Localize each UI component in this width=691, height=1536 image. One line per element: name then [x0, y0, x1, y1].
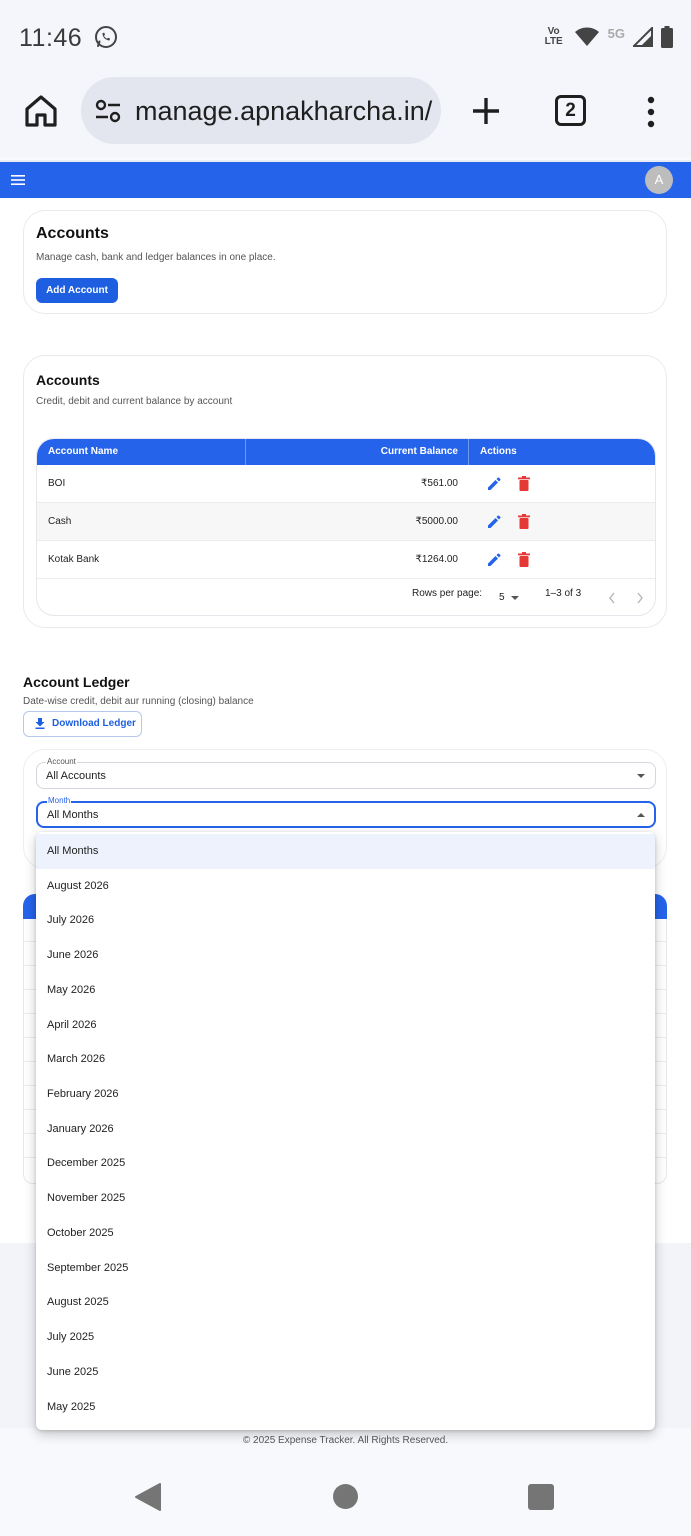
month-option[interactable]: June 2026 [36, 938, 655, 973]
ledger-title: Account Ledger [23, 674, 130, 690]
rows-per-page-label: Rows per page: [412, 588, 483, 599]
month-option[interactable]: February 2026 [36, 1077, 655, 1112]
month-option[interactable]: December 2025 [36, 1146, 655, 1181]
month-select[interactable]: Month All Months [36, 796, 656, 828]
account-select-label: Account [46, 757, 77, 767]
month-select-label: Month [47, 796, 72, 806]
table-pagination: Rows per page: 5 1–3 of 3 [37, 579, 655, 615]
column-header-actions: Actions [480, 446, 517, 457]
ledger-subtitle: Date-wise credit, debit aur running (clo… [23, 696, 254, 707]
month-select-value[interactable]: All Months [47, 809, 98, 821]
table-row: Cash ₹5000.00 [37, 503, 655, 541]
system-navigation-bar [0, 1452, 691, 1536]
month-option[interactable]: September 2025 [36, 1251, 655, 1286]
table-row: Kotak Bank ₹1264.00 [37, 541, 655, 579]
column-header-account-name[interactable]: Account Name [48, 439, 118, 465]
footer-copyright: © 2025 Expense Tracker. All Rights Reser… [242, 1435, 449, 1446]
column-divider [468, 439, 469, 465]
volte-indicator: Vo LTE [544, 26, 563, 47]
tab-switcher-button[interactable]: 2 [555, 95, 586, 126]
app-bar: A [0, 160, 691, 198]
accounts-table-subtitle: Credit, debit and current balance by acc… [36, 396, 233, 407]
status-bar: 11:46 Vo LTE 5G [0, 0, 691, 72]
chevron-down-icon[interactable] [637, 774, 645, 778]
delete-icon[interactable] [518, 514, 530, 529]
more-icon[interactable] [644, 96, 658, 128]
rows-per-page-caret-icon[interactable] [511, 596, 519, 600]
month-option[interactable]: May 2026 [36, 973, 655, 1008]
accounts-table-card: Accounts Credit, debit and current balan… [23, 355, 667, 628]
month-option[interactable]: March 2026 [36, 1042, 655, 1077]
avatar[interactable]: A [645, 166, 673, 194]
whatsapp-icon [95, 26, 117, 48]
account-select-value[interactable]: All Accounts [46, 770, 106, 782]
month-option[interactable]: July 2025 [36, 1320, 655, 1355]
account-select[interactable]: Account All Accounts [36, 757, 656, 789]
edit-icon[interactable] [487, 515, 501, 529]
edit-icon[interactable] [487, 553, 501, 567]
hamburger-menu-icon[interactable] [11, 174, 25, 186]
column-header-current-balance[interactable]: Current Balance [381, 439, 458, 465]
download-ledger-button[interactable]: Download Ledger [23, 711, 142, 737]
balance-cell: ₹1264.00 [415, 554, 458, 565]
accounts-header-title: Accounts [36, 225, 109, 242]
battery-icon [661, 26, 673, 48]
column-divider [245, 439, 246, 465]
status-time: 11:46 [19, 24, 83, 52]
month-option[interactable]: June 2025 [36, 1355, 655, 1390]
url-text[interactable]: manage.apnakharcha.in/ [135, 96, 432, 127]
table-row: BOI ₹561.00 [37, 465, 655, 503]
account-name-cell: BOI [48, 478, 66, 489]
status-icons: Vo LTE 5G [542, 24, 673, 50]
table-header: Account Name Current Balance Actions [37, 439, 655, 465]
home-icon[interactable] [24, 94, 58, 128]
add-account-button[interactable]: Add Account [36, 278, 118, 303]
wifi-icon [574, 27, 599, 46]
month-dropdown-menu: All Months August 2026 July 2026 June 20… [36, 832, 655, 1430]
next-page-icon[interactable] [635, 591, 645, 605]
month-option[interactable]: August 2025 [36, 1285, 655, 1320]
month-option[interactable]: April 2026 [36, 1008, 655, 1043]
month-option[interactable]: October 2025 [36, 1216, 655, 1251]
download-ledger-label: Download Ledger [52, 718, 136, 729]
site-settings-icon[interactable] [95, 99, 121, 123]
month-option[interactable]: January 2026 [36, 1112, 655, 1147]
recent-apps-icon[interactable] [528, 1484, 554, 1510]
balance-cell: ₹561.00 [421, 478, 458, 489]
rows-per-page-select[interactable]: 5 [499, 592, 505, 603]
accounts-header-card: Accounts Manage cash, bank and ledger ba… [23, 210, 667, 314]
pagination-range: 1–3 of 3 [545, 588, 582, 599]
delete-icon[interactable] [518, 476, 530, 491]
signal-icon [633, 27, 653, 47]
accounts-table-title: Accounts [36, 372, 100, 388]
month-option[interactable]: All Months [36, 834, 655, 869]
address-bar[interactable]: manage.apnakharcha.in/ [81, 77, 441, 144]
month-option[interactable]: August 2026 [36, 869, 655, 904]
delete-icon[interactable] [518, 552, 530, 567]
browser-toolbar: manage.apnakharcha.in/ 2 [0, 72, 691, 158]
month-option[interactable]: July 2026 [36, 903, 655, 938]
back-icon[interactable] [134, 1482, 162, 1512]
account-name-cell: Cash [48, 516, 72, 527]
previous-page-icon[interactable] [607, 591, 617, 605]
account-name-cell: Kotak Bank [48, 554, 100, 565]
accounts-header-subtitle: Manage cash, bank and ledger balances in… [36, 252, 276, 263]
home-nav-icon[interactable] [333, 1484, 358, 1509]
network-5g-indicator: 5G [607, 25, 625, 41]
edit-icon[interactable] [487, 477, 501, 491]
balance-cell: ₹5000.00 [415, 516, 458, 527]
new-tab-icon[interactable] [471, 96, 501, 126]
download-icon [35, 718, 45, 729]
accounts-table: Account Name Current Balance Actions BOI… [36, 438, 656, 616]
chevron-up-icon[interactable] [637, 813, 645, 817]
month-option[interactable]: November 2025 [36, 1181, 655, 1216]
month-option[interactable]: May 2025 [36, 1390, 655, 1425]
